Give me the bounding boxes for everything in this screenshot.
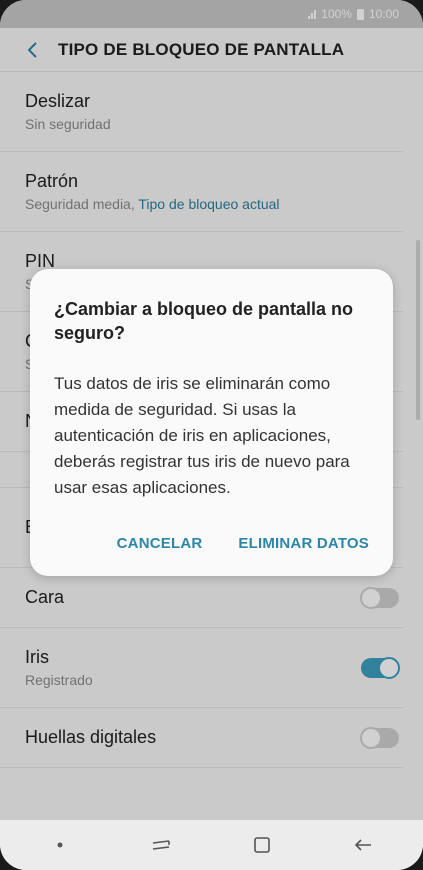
delete-data-button[interactable]: ELIMINAR DATOS xyxy=(238,535,369,552)
back-arrow-icon[interactable] xyxy=(343,825,383,865)
scrollbar[interactable] xyxy=(416,240,420,420)
home-icon[interactable] xyxy=(242,825,282,865)
dialog-actions: CANCELAR ELIMINAR DATOS xyxy=(117,535,369,552)
dialog-body: Tus datos de iris se eliminarán como med… xyxy=(54,374,350,497)
cancel-button[interactable]: CANCELAR xyxy=(117,535,203,552)
dialog-title: ¿Cambiar a bloqueo de pantalla no seguro… xyxy=(54,299,354,343)
confirm-dialog: ¿Cambiar a bloqueo de pantalla no seguro… xyxy=(30,269,393,576)
navigation-bar xyxy=(0,820,423,870)
dot-icon[interactable] xyxy=(40,825,80,865)
recent-apps-icon[interactable] xyxy=(141,825,181,865)
phone-screen: 100% 10:00 TIPO DE BLOQUEO DE PANTALLA D… xyxy=(0,0,423,870)
